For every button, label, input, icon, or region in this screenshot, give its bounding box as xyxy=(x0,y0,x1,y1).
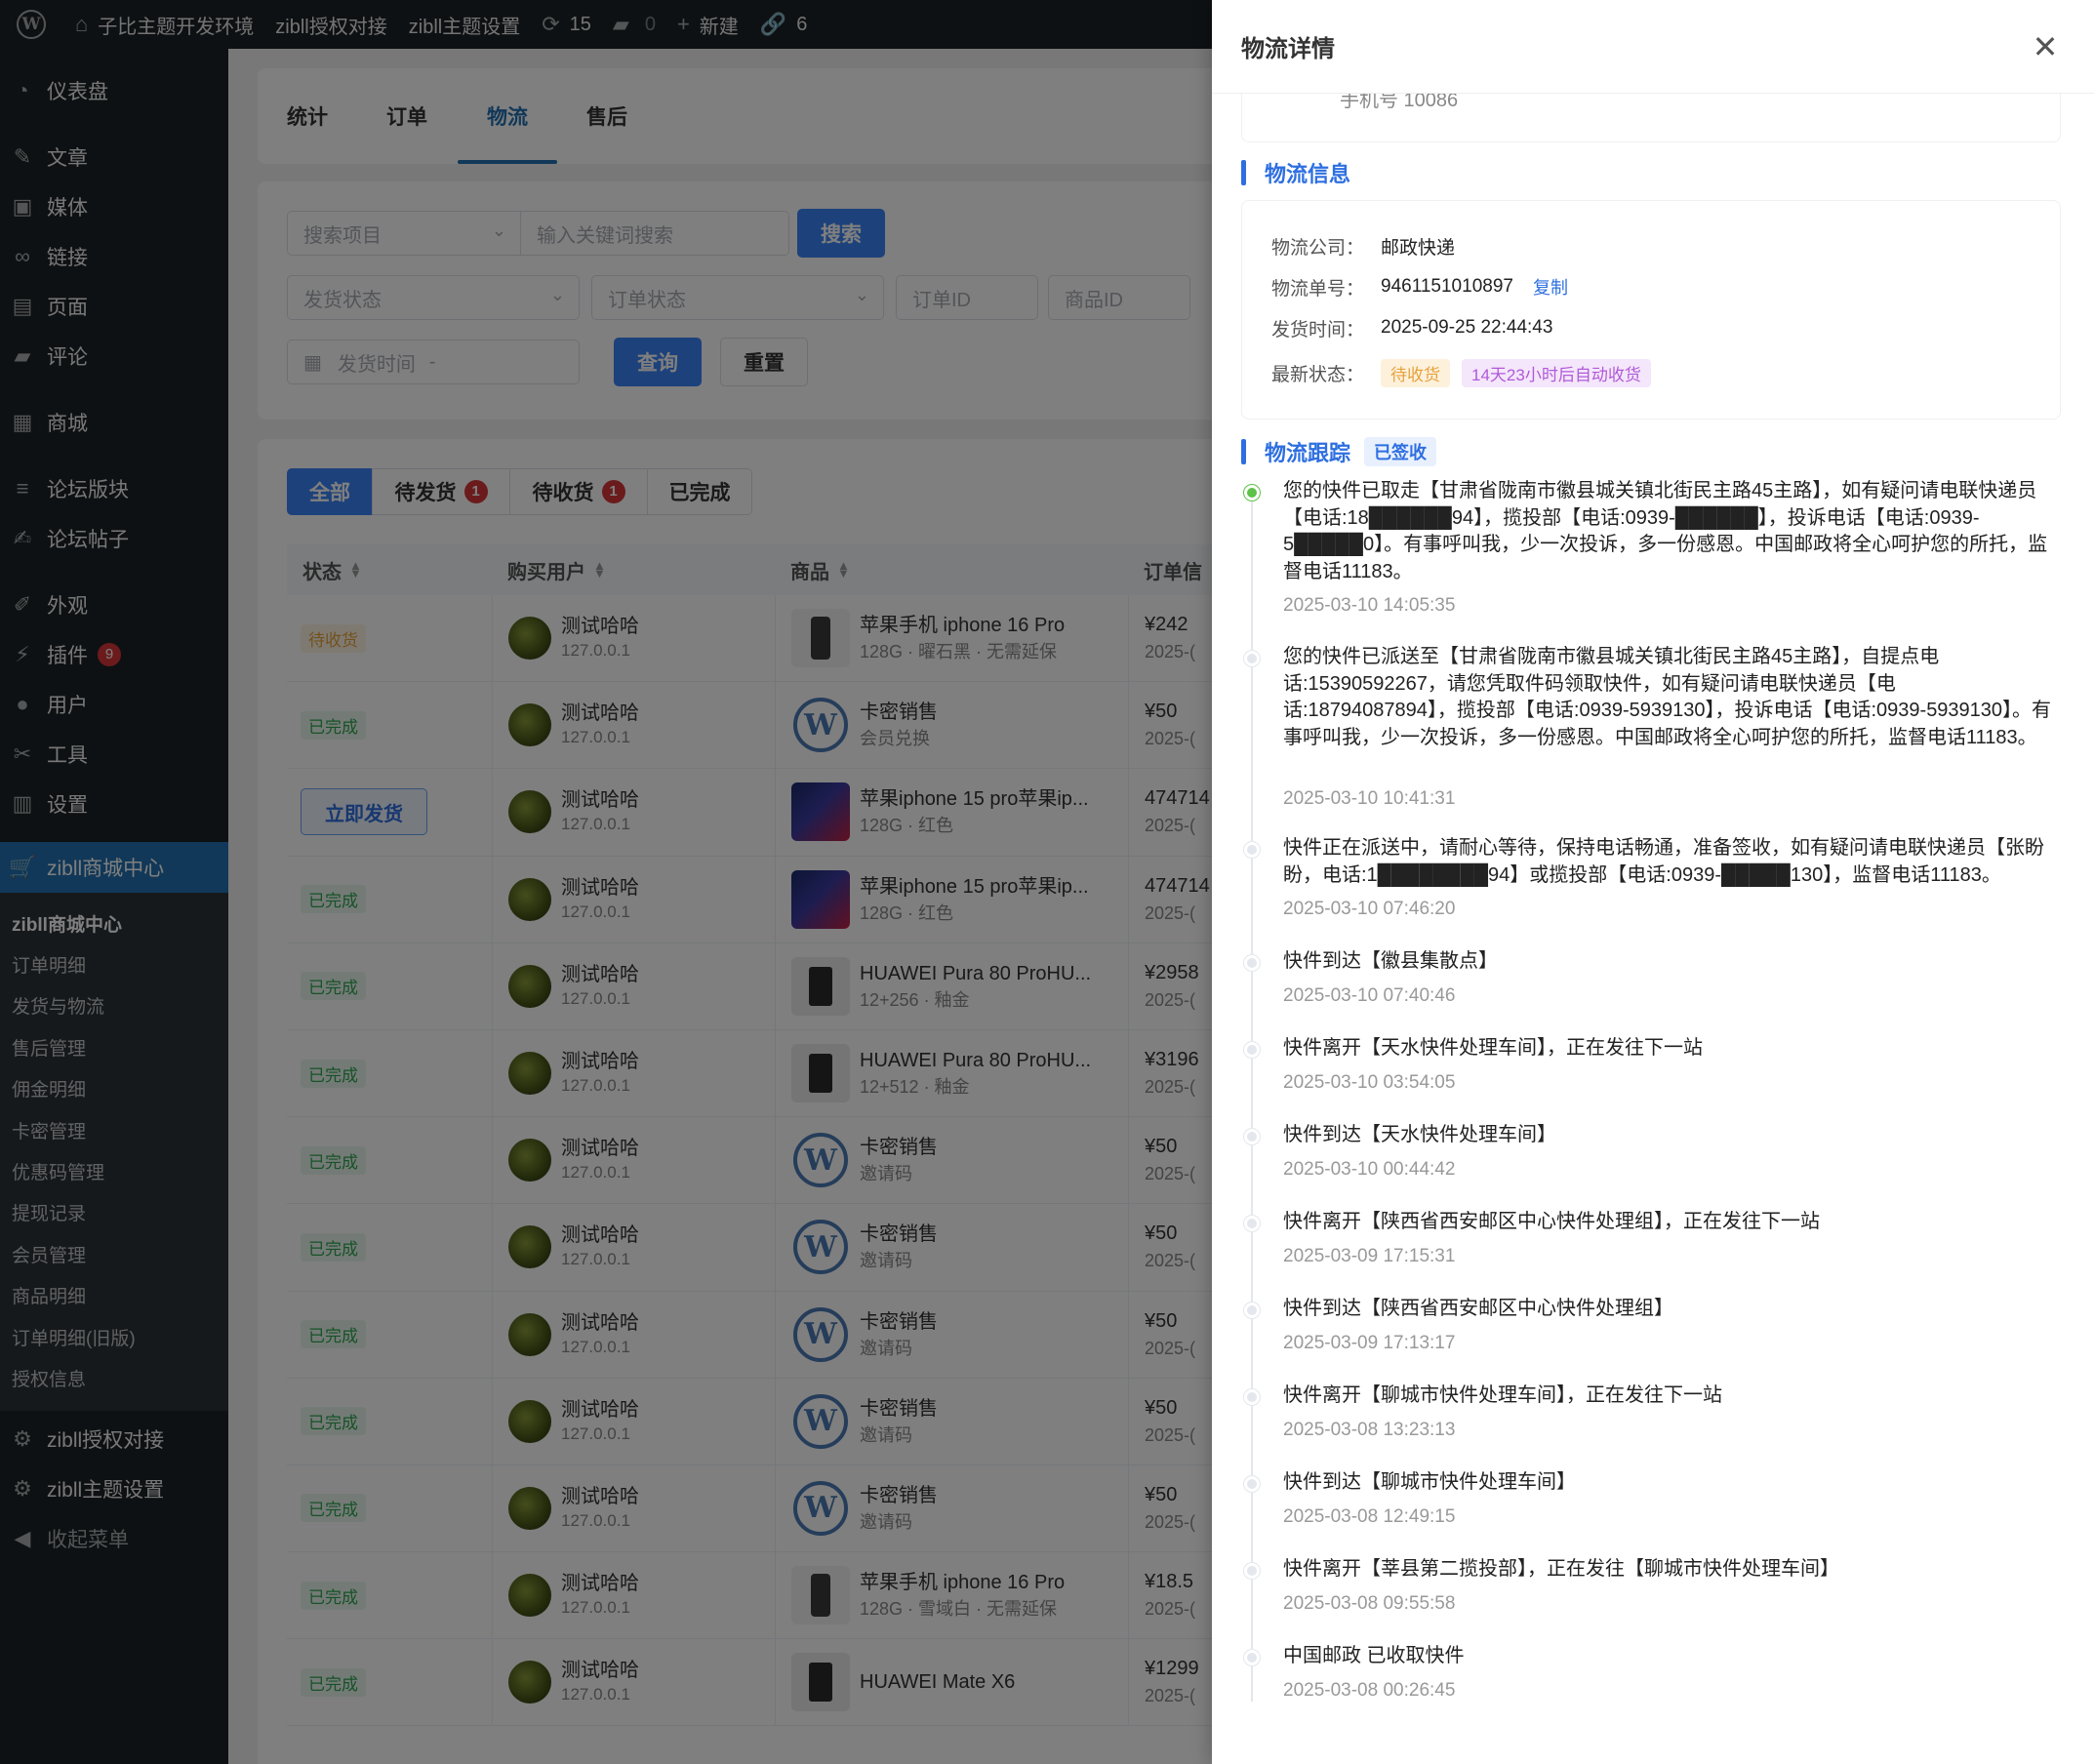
logistics-info-title: 物流信息 xyxy=(1241,156,1350,189)
timeline-dot-icon xyxy=(1244,955,1260,971)
timeline-dot-icon xyxy=(1244,485,1260,501)
status-badge: 待收货 xyxy=(1381,358,1450,387)
timeline-dot-icon xyxy=(1244,842,1260,858)
info-ship-time: 发货时间： 2025-09-25 22:44:43 xyxy=(1271,317,1553,341)
drawer-title: 物流详情 xyxy=(1241,36,1335,62)
logistics-tracking-title: 物流跟踪 已签收 xyxy=(1241,435,1437,468)
timeline-dot-icon xyxy=(1244,1476,1260,1492)
timeline-time: 2025-03-08 12:49:15 xyxy=(1283,1505,1456,1527)
timeline-time: 2025-03-09 17:13:17 xyxy=(1283,1332,1456,1353)
timeline-text: 快件到达【天水快件处理车间】 xyxy=(1283,1124,1556,1145)
auto-receive-badge: 14天23小时后自动收货 xyxy=(1462,358,1651,387)
timeline-time: 2025-03-10 03:54:05 xyxy=(1283,1071,1456,1093)
drawer-overlay[interactable] xyxy=(0,0,1216,1764)
logistics-drawer: 物流详情 ✕ 手机号 10086 物流信息 物流公司： 邮政快递 物流单号： 946… xyxy=(1212,0,2094,1764)
timeline-text: 快件离开【天水快件处理车间】，正在发往下一站 xyxy=(1283,1037,1703,1059)
timeline-text: 快件正在派送中，请耐心等待，保持电话畅通，准备签收，如有疑问请电联快递员【张盼盼… xyxy=(1283,837,2044,886)
timeline-time: 2025-03-09 17:15:31 xyxy=(1283,1245,1456,1266)
receiver-card: 手机号 10086 xyxy=(1241,94,2061,142)
drawer-header: 物流详情 ✕ xyxy=(1212,0,2094,94)
timeline-time: 2025-03-10 14:05:35 xyxy=(1283,595,1456,616)
timeline-text: 您的快件已取走【甘肃省陇南市徽县城关镇北街民主路45主路】，如有疑问请电联快递员… xyxy=(1283,480,2048,582)
timeline-time: 2025-03-10 07:46:20 xyxy=(1283,899,1456,919)
timeline-time: 2025-03-08 00:26:45 xyxy=(1283,1679,1456,1701)
timeline-text: 快件离开【莘县第二揽投部】，正在发往【聊城市快件处理车间】 xyxy=(1283,1558,1839,1580)
receiver-phone: 手机号 10086 xyxy=(1340,94,1459,111)
timeline-text: 快件离开【聊城市快件处理车间】，正在发往下一站 xyxy=(1283,1384,1722,1406)
timeline-line xyxy=(1251,492,1253,1702)
copy-tracking-link[interactable]: 复制 xyxy=(1533,274,1568,300)
logistics-info-card: 物流公司： 邮政快递 物流单号： 9461151010897 复制 发货时间： 2025… xyxy=(1241,200,2061,420)
info-company: 物流公司： 邮政快递 xyxy=(1271,237,1456,259)
timeline-dot-icon xyxy=(1244,651,1260,666)
timeline-dot-icon xyxy=(1244,1216,1260,1231)
timeline-text: 中国邮政 已收取快件 xyxy=(1283,1645,1465,1666)
timeline-text: 快件到达【聊城市快件处理车间】 xyxy=(1283,1471,1576,1493)
timeline-text: 快件离开【陕西省西安邮区中心快件处理组】，正在发往下一站 xyxy=(1283,1211,1820,1232)
timeline-text: 快件到达【徽县集散点】 xyxy=(1283,950,1498,972)
timeline-text: 快件到达【陕西省西安邮区中心快件处理组】 xyxy=(1283,1298,1673,1319)
close-icon[interactable]: ✕ xyxy=(2026,27,2065,66)
timeline-time: 2025-03-08 13:23:13 xyxy=(1283,1419,1456,1440)
timeline-dot-icon xyxy=(1244,1129,1260,1144)
timeline-dot-icon xyxy=(1244,1303,1260,1318)
timeline-text: 您的快件已派送至【甘肃省陇南市徽县城关镇北街民主路45主路】，自提点电话:153… xyxy=(1283,646,2052,748)
info-tracking: 物流单号： 9461151010897 复制 xyxy=(1271,274,1568,300)
timeline-time: 2025-03-08 09:55:58 xyxy=(1283,1592,1456,1614)
timeline-dot-icon xyxy=(1244,1042,1260,1058)
timeline-time: 2025-03-10 07:40:46 xyxy=(1283,984,1456,1006)
timeline-dot-icon xyxy=(1244,1563,1260,1579)
timeline-dot-icon xyxy=(1244,1389,1260,1405)
timeline-time: 2025-03-10 10:41:31 xyxy=(1283,787,1456,809)
signed-badge: 已签收 xyxy=(1364,437,1437,466)
timeline-dot-icon xyxy=(1244,1650,1260,1665)
info-latest-status: 最新状态： 待收货 14天23小时后自动收货 xyxy=(1271,357,1651,388)
timeline-time: 2025-03-10 00:44:42 xyxy=(1283,1158,1456,1180)
